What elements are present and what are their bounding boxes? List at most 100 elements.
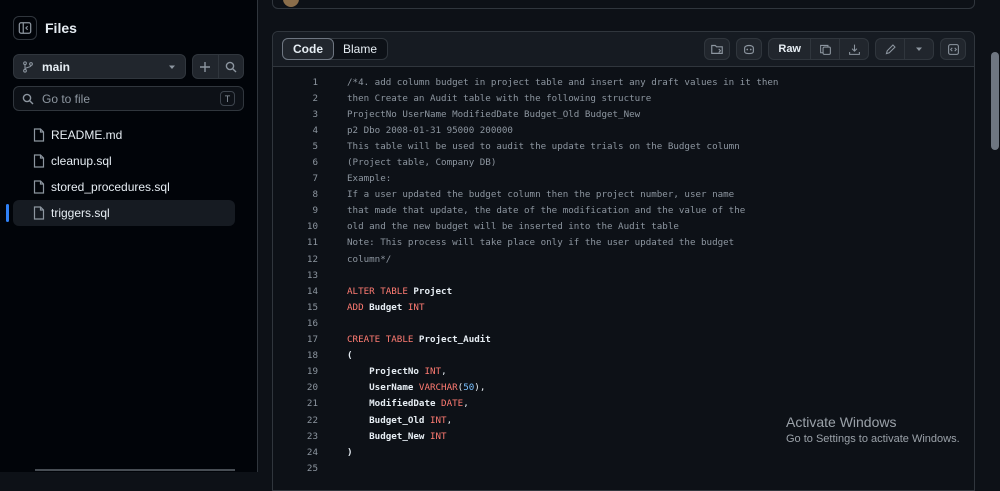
code-token: Budget_Old (347, 414, 430, 426)
file-actions: Raw (698, 38, 966, 60)
code-token: column*/ (347, 253, 392, 265)
search-icon (22, 93, 34, 104)
line-number[interactable]: 10 (273, 221, 347, 232)
line-content: UserName VARCHAR(50), (347, 382, 485, 393)
line-content: ADD Budget INT (347, 302, 424, 313)
code-token: Example: (347, 173, 392, 185)
pencil-icon (885, 43, 896, 54)
folder-symbols-icon (711, 44, 724, 54)
line-number[interactable]: 9 (273, 205, 347, 216)
download-button[interactable] (839, 39, 868, 59)
code-token: ) (347, 446, 353, 458)
line-number[interactable]: 4 (273, 125, 347, 136)
sidebar-header: Files (13, 16, 77, 40)
code-token: INT (429, 430, 447, 442)
code-line: 13 (273, 267, 974, 283)
code-token: old and the new budget will be inserted … (347, 221, 679, 233)
line-number[interactable]: 11 (273, 237, 347, 248)
search-files-button[interactable] (217, 55, 244, 78)
line-number[interactable]: 7 (273, 173, 347, 184)
line-number[interactable]: 13 (273, 270, 347, 281)
copy-button[interactable] (810, 39, 839, 59)
tab-blame[interactable]: Blame (333, 39, 387, 59)
line-number[interactable]: 19 (273, 366, 347, 377)
line-number[interactable]: 20 (273, 382, 347, 393)
file-list: README.md cleanup.sql stored_procedures.sq… (6, 122, 235, 226)
sidebar-scroll-indicator (35, 469, 235, 471)
code-token: This table will be used to audit the upd… (347, 140, 740, 152)
line-number[interactable]: 23 (273, 431, 347, 442)
raw-label: Raw (778, 43, 801, 55)
code-token: VARCHAR (418, 382, 458, 394)
page-scrollbar[interactable] (990, 0, 1000, 472)
edit-options-button[interactable] (904, 39, 933, 59)
line-number[interactable]: 21 (273, 398, 347, 409)
code-line: 6 (Project table, Company DB) (273, 154, 974, 170)
line-number[interactable]: 18 (273, 350, 347, 361)
line-number[interactable]: 12 (273, 254, 347, 265)
line-number[interactable]: 2 (273, 93, 347, 104)
code-line: 4 p2 Dbo 2008-01-31 95000 200000 (273, 122, 974, 138)
line-content: This table will be used to audit the upd… (347, 141, 740, 152)
code-toolbar: Code Blame Raw (273, 32, 974, 67)
plus-icon (200, 61, 211, 72)
line-number[interactable]: 5 (273, 141, 347, 152)
line-content: that made that update, the date of the m… (347, 205, 745, 216)
line-content: then Create an Audit table with the foll… (347, 93, 651, 104)
code-token: Note: This process will take place only … (347, 237, 735, 249)
avatar[interactable] (283, 0, 299, 7)
code-line: 24) (273, 444, 974, 460)
raw-button[interactable]: Raw (769, 39, 810, 59)
line-content: ModifiedDate DATE, (347, 398, 469, 409)
add-file-button[interactable] (193, 55, 218, 78)
branch-selector-button[interactable]: main (13, 54, 186, 79)
git-branch-icon (23, 60, 33, 73)
symbols-button[interactable] (704, 38, 731, 60)
code-line: 3 ProjectNo UserName ModifiedDate Budget_… (273, 106, 974, 122)
line-content: ALTER TABLE Project (347, 286, 452, 297)
file-tree-item[interactable]: stored_procedures.sql (13, 174, 235, 200)
code-line: 5 This table will be used to audit the up… (273, 138, 974, 154)
tab-code[interactable]: Code (282, 38, 334, 60)
line-number[interactable]: 24 (273, 447, 347, 458)
code-line: 15 ADD Budget INT (273, 299, 974, 315)
file-icon (33, 128, 45, 142)
go-to-file-input[interactable]: Go to file T (13, 86, 244, 111)
line-number[interactable]: 1 (273, 77, 347, 88)
line-number[interactable]: 22 (273, 415, 347, 426)
code-line: 18( (273, 348, 974, 364)
scrollbar-thumb[interactable] (991, 52, 999, 150)
code-token: /*4. add column budget in project table … (347, 76, 779, 88)
code-token: INT (429, 414, 447, 426)
line-number[interactable]: 14 (273, 286, 347, 297)
line-number[interactable]: 8 (273, 189, 347, 200)
code-line: 8 If a user updated the budget column the… (273, 187, 974, 203)
code-line: 25 (273, 460, 974, 476)
chevron-down-icon (916, 47, 922, 51)
search-icon (225, 61, 237, 72)
code-line: 1/*4. add column budget in project table… (273, 74, 974, 90)
line-number[interactable]: 25 (273, 463, 347, 474)
sidebar-toggle-button[interactable] (13, 16, 37, 40)
file-tree-item[interactable]: triggers.sql (6, 200, 235, 226)
code-line: 9 that made that update, the date of the … (273, 203, 974, 219)
raw-copy-download-group: Raw (768, 38, 869, 60)
edit-button[interactable] (876, 39, 904, 59)
file-tree-item[interactable]: cleanup.sql (13, 148, 235, 174)
line-number[interactable]: 6 (273, 157, 347, 168)
file-icon (33, 154, 45, 168)
code-line: 19 ProjectNo INT, (273, 364, 974, 380)
copilot-button[interactable] (736, 38, 763, 60)
symbols-panel-button[interactable] (940, 38, 966, 60)
line-number[interactable]: 16 (273, 318, 347, 329)
code-token: CREATE TABLE (347, 334, 419, 346)
file-icon (33, 180, 45, 194)
view-mode-switch: Code Blame (282, 38, 389, 60)
line-number[interactable]: 3 (273, 109, 347, 120)
code-token: ProjectNo UserName ModifiedDate Budget_O… (347, 108, 641, 120)
watermark-subtitle: Go to Settings to activate Windows. (786, 433, 960, 445)
line-number[interactable]: 17 (273, 334, 347, 345)
code-token: ADD (347, 301, 370, 313)
line-number[interactable]: 15 (273, 302, 347, 313)
file-tree-item[interactable]: README.md (13, 122, 235, 148)
